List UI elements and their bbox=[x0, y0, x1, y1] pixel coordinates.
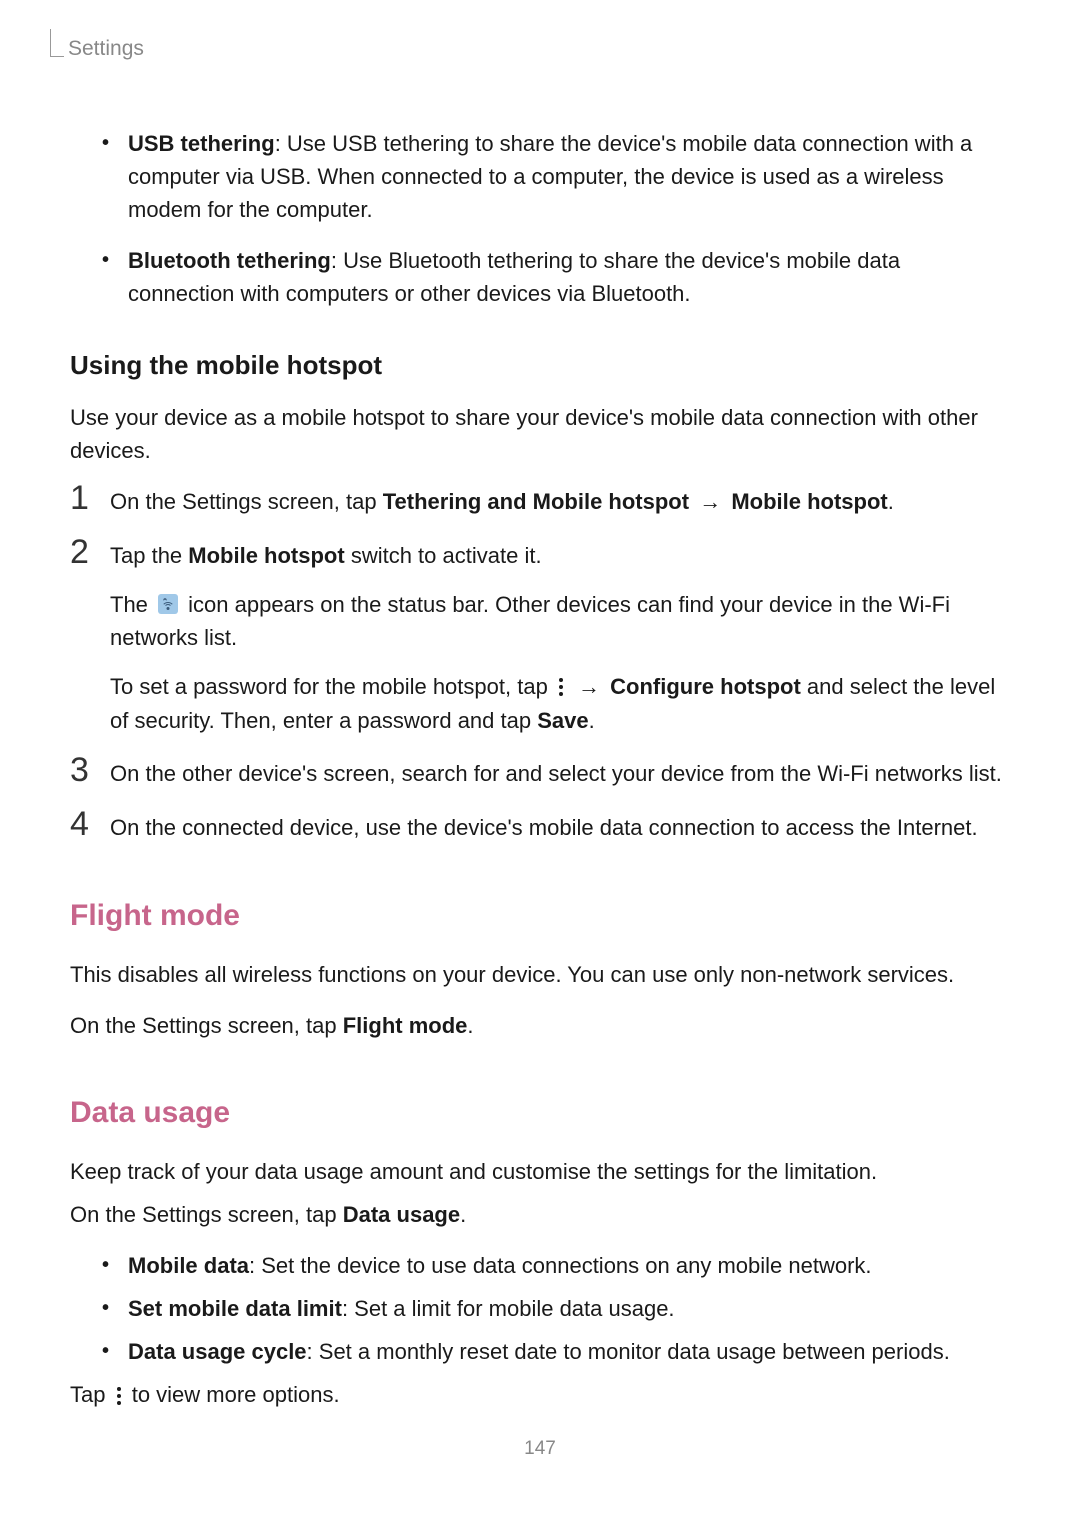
bullet-desc: : Set the device to use data connections… bbox=[249, 1253, 872, 1278]
header-marker bbox=[50, 29, 64, 57]
text: On the connected device, use the device'… bbox=[110, 811, 1010, 844]
page-header: Settings bbox=[0, 0, 1080, 65]
step-1: 1 On the Settings screen, tap Tethering … bbox=[70, 485, 1010, 519]
bold-text: Flight mode bbox=[343, 1013, 468, 1038]
more-options-icon bbox=[554, 669, 568, 702]
text: Tap bbox=[70, 1382, 112, 1407]
list-item: Bluetooth tethering: Use Bluetooth tethe… bbox=[100, 244, 1010, 310]
list-item: Data usage cycle: Set a monthly reset da… bbox=[100, 1335, 1010, 1368]
text: The bbox=[110, 592, 154, 617]
text: On the other device's screen, search for… bbox=[110, 757, 1010, 790]
step-number: 4 bbox=[70, 807, 110, 841]
bullet-title: Data usage cycle bbox=[128, 1339, 307, 1364]
arrow-icon: → bbox=[568, 674, 610, 699]
subheading-using-hotspot: Using the mobile hotspot bbox=[70, 346, 1010, 385]
bold-text: Configure hotspot bbox=[610, 674, 801, 699]
text: . bbox=[888, 489, 894, 514]
bullet-title: Bluetooth tethering bbox=[128, 248, 331, 273]
bold-text: Data usage bbox=[343, 1202, 460, 1227]
text: . bbox=[467, 1013, 473, 1038]
text: icon appears on the status bar. Other de… bbox=[110, 592, 950, 650]
data-usage-more: Tap to view more options. bbox=[70, 1378, 1010, 1413]
step-2: 2 Tap the Mobile hotspot switch to activ… bbox=[70, 539, 1010, 738]
list-item: Set mobile data limit: Set a limit for m… bbox=[100, 1292, 1010, 1325]
text: On the Settings screen, tap bbox=[110, 489, 383, 514]
section-heading-data-usage: Data usage bbox=[70, 1090, 1010, 1135]
text: to view more options. bbox=[126, 1382, 340, 1407]
list-item: USB tethering: Use USB tethering to shar… bbox=[100, 127, 1010, 226]
more-options-icon bbox=[112, 1378, 126, 1411]
arrow-icon: → bbox=[689, 489, 731, 514]
hotspot-status-icon bbox=[158, 594, 178, 614]
bullet-title: USB tethering bbox=[128, 131, 275, 156]
header-section-label: Settings bbox=[68, 33, 144, 65]
step-number: 1 bbox=[70, 481, 110, 515]
text: . bbox=[460, 1202, 466, 1227]
bullet-desc: : Set a monthly reset date to monitor da… bbox=[307, 1339, 950, 1364]
step-body: On the connected device, use the device'… bbox=[110, 811, 1010, 844]
flight-mode-desc: This disables all wireless functions on … bbox=[70, 958, 1010, 991]
bullet-title: Set mobile data limit bbox=[128, 1296, 342, 1321]
step-body: Tap the Mobile hotspot switch to activat… bbox=[110, 539, 1010, 738]
step-number: 3 bbox=[70, 753, 110, 787]
text: To set a password for the mobile hotspot… bbox=[110, 674, 554, 699]
hotspot-intro: Use your device as a mobile hotspot to s… bbox=[70, 401, 1010, 467]
page-content: USB tethering: Use USB tethering to shar… bbox=[0, 65, 1080, 1413]
step-3: 3 On the other device's screen, search f… bbox=[70, 757, 1010, 791]
text: On the Settings screen, tap bbox=[70, 1013, 343, 1038]
step-body: On the Settings screen, tap Tethering an… bbox=[110, 485, 1010, 518]
bold-text: Save bbox=[537, 708, 588, 733]
data-usage-instruction: On the Settings screen, tap Data usage. bbox=[70, 1198, 1010, 1231]
text: . bbox=[589, 708, 595, 733]
text: Tap the bbox=[110, 543, 188, 568]
data-usage-bullet-list: Mobile data: Set the device to use data … bbox=[70, 1249, 1010, 1368]
list-item: Mobile data: Set the device to use data … bbox=[100, 1249, 1010, 1282]
bold-text: Mobile hotspot bbox=[188, 543, 344, 568]
bullet-title: Mobile data bbox=[128, 1253, 249, 1278]
text: On the Settings screen, tap bbox=[70, 1202, 343, 1227]
text: switch to activate it. bbox=[345, 543, 542, 568]
tethering-bullet-list: USB tethering: Use USB tethering to shar… bbox=[70, 127, 1010, 310]
bold-text: Tethering and Mobile hotspot bbox=[383, 489, 689, 514]
step-body: On the other device's screen, search for… bbox=[110, 757, 1010, 790]
bullet-desc: : Set a limit for mobile data usage. bbox=[342, 1296, 675, 1321]
section-heading-flight-mode: Flight mode bbox=[70, 893, 1010, 938]
bold-text: Mobile hotspot bbox=[731, 489, 887, 514]
flight-mode-instruction: On the Settings screen, tap Flight mode. bbox=[70, 1009, 1010, 1042]
data-usage-desc: Keep track of your data usage amount and… bbox=[70, 1155, 1010, 1188]
page-number: 147 bbox=[0, 1435, 1080, 1464]
step-number: 2 bbox=[70, 535, 110, 569]
step-4: 4 On the connected device, use the devic… bbox=[70, 811, 1010, 845]
